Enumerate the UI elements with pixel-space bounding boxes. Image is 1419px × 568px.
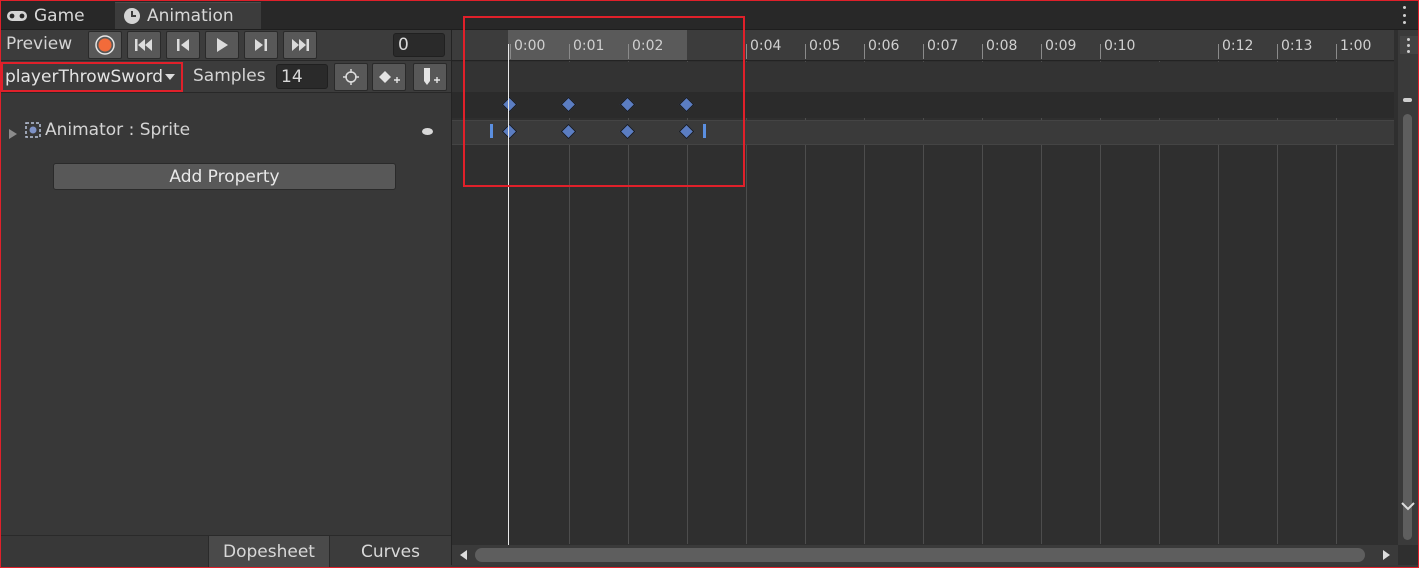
ruler-tick-label: 0:12	[1222, 38, 1254, 54]
expand-arrow-icon[interactable]	[8, 125, 18, 144]
chevron-down-icon	[165, 73, 176, 80]
add-property-button[interactable]: Add Property	[53, 163, 396, 190]
record-button[interactable]	[88, 31, 122, 59]
samples-label: Samples	[193, 66, 266, 86]
skip-first-icon	[135, 39, 152, 51]
add-event-icon	[424, 68, 440, 85]
ruler-tick-label: 0:13	[1281, 38, 1313, 54]
highlight-annotation-box	[463, 16, 745, 187]
tab-dopesheet[interactable]: Dopesheet	[208, 536, 330, 567]
tab-animation-label: Animation	[147, 6, 234, 26]
step-forward-icon	[255, 39, 267, 51]
record-icon	[95, 35, 115, 55]
horizontal-scroll-thumb[interactable]	[475, 548, 1365, 562]
property-options-icon[interactable]	[422, 128, 433, 135]
property-label: Animator : Sprite	[45, 120, 191, 140]
window-menu-icon[interactable]	[1401, 6, 1407, 24]
ruler-tick-line	[805, 44, 806, 59]
tab-game[interactable]: Game	[6, 2, 112, 29]
ruler-tick-line	[1277, 44, 1278, 59]
ruler-tick-line	[923, 44, 924, 59]
ruler-tick-line	[1100, 44, 1101, 59]
hierarchy-panel	[1, 30, 452, 565]
ruler-tick-line	[1218, 44, 1219, 59]
ruler-tick-label: 0:10	[1104, 38, 1136, 54]
view-mode-tabs: Dopesheet Curves	[1, 535, 451, 567]
snap-keys-button[interactable]	[334, 63, 368, 91]
arrow-left-icon	[460, 550, 467, 560]
animator-icon	[24, 121, 42, 143]
ruler-tick-label: 1:00	[1340, 38, 1372, 54]
ruler-tick-label: 0:08	[986, 38, 1018, 54]
add-event-button[interactable]	[413, 63, 447, 91]
timeline-settings-icon[interactable]	[1400, 36, 1418, 54]
next-keyframe-button[interactable]	[244, 31, 278, 59]
previous-keyframe-button[interactable]	[166, 31, 200, 59]
clock-icon	[123, 7, 141, 25]
ruler-tick-line	[982, 44, 983, 59]
samples-field[interactable]: 14	[276, 64, 328, 89]
arrow-right-icon	[1383, 550, 1390, 560]
step-back-icon	[177, 39, 189, 51]
ruler-tick-line	[746, 44, 747, 59]
current-frame-field[interactable]: 0	[393, 33, 445, 57]
ruler-tick-label: 0:07	[927, 38, 959, 54]
crosshair-icon	[343, 69, 359, 85]
tab-animation[interactable]: Animation	[115, 2, 261, 29]
arrow-down-icon[interactable]	[1399, 497, 1417, 515]
play-icon	[217, 38, 228, 52]
first-keyframe-button[interactable]	[127, 31, 161, 59]
horizontal-scrollbar[interactable]	[452, 545, 1398, 565]
vertical-scrollbar[interactable]	[1398, 30, 1419, 545]
vertical-scroll-thumb[interactable]	[1403, 114, 1412, 540]
skip-last-icon	[292, 39, 309, 51]
tab-game-label: Game	[34, 5, 85, 26]
add-keyframe-button[interactable]	[372, 63, 406, 91]
tab-curves[interactable]: Curves	[330, 536, 451, 567]
ruler-tick-label: 0:06	[868, 38, 900, 54]
ruler-tick-line	[864, 44, 865, 59]
clip-selector-dropdown[interactable]: playerThrowSword	[1, 62, 183, 92]
ruler-tick-label: 0:09	[1045, 38, 1077, 54]
ruler-tick-line	[1336, 44, 1337, 59]
add-keyframe-icon	[379, 71, 400, 83]
gamepad-icon	[6, 9, 28, 23]
last-keyframe-button[interactable]	[283, 31, 317, 59]
clip-name: playerThrowSword	[5, 67, 164, 87]
preview-toggle[interactable]: Preview	[6, 34, 72, 54]
play-button[interactable]	[205, 31, 239, 59]
ruler-tick-label: 0:05	[809, 38, 841, 54]
ruler-tick-label: 0:04	[750, 38, 782, 54]
ruler-tick-line	[1041, 44, 1042, 59]
